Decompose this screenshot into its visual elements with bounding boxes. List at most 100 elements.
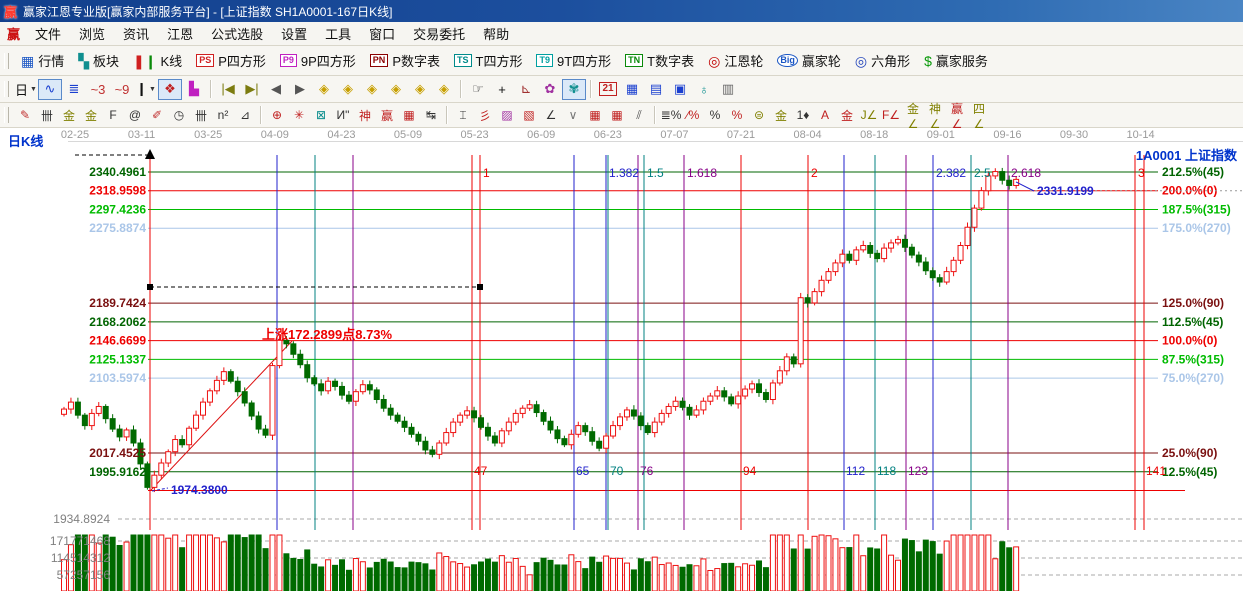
tool-button-zoom-plus[interactable]: ◈ (408, 79, 432, 100)
tool-button-flower-tool[interactable]: ✿ (538, 79, 562, 100)
tool-button-n-mark[interactable]: И" (332, 106, 354, 125)
tool-button-calendar-21[interactable]: 21 (596, 79, 620, 100)
toolbar-button-t-number-table[interactable]: TN T数字表 (618, 48, 701, 73)
toolbar-grip[interactable] (4, 107, 9, 123)
tool-button-boxed-fan[interactable]: ▨ (496, 106, 518, 125)
menu-item-3[interactable]: 江恩 (158, 21, 202, 46)
title-bar[interactable]: 赢 赢家江恩专业版[赢家内部服务平台] - [上证指数 SH1A0001-167… (0, 0, 1243, 22)
toolbar-button-9p-square[interactable]: P9 9P四方形 (273, 48, 363, 73)
tool-button-volume-profile[interactable]: ▙ (182, 79, 206, 100)
tool-button-star-web[interactable]: ✳ (288, 106, 310, 125)
toolbar-button-kline[interactable]: ❚❙ K线 (126, 48, 189, 73)
tool-button-slash-lines[interactable]: ⫽ (628, 106, 650, 125)
toolbar-button-winner-wheel[interactable]: Big 赢家轮 (770, 48, 848, 73)
toolbar-grip[interactable] (4, 81, 9, 97)
tool-button-red-marker[interactable]: ✐ (146, 106, 168, 125)
tool-button-info-panel[interactable]: ≣ (62, 79, 86, 100)
tool-button-time-clock[interactable]: ◷ (168, 106, 190, 125)
tool-button-shen-angle[interactable]: 神∠ (924, 102, 946, 131)
tool-button-zoom-horizontal[interactable]: ◈ (360, 79, 384, 100)
tool-button-gold-red[interactable]: 金 (836, 106, 858, 125)
menu-item-2[interactable]: 资讯 (114, 21, 158, 46)
tool-button-jump-end[interactable]: ▶| (240, 79, 264, 100)
toolbar-button-9t-square[interactable]: T9 9T四方形 (529, 48, 618, 73)
tool-button-angle-lines[interactable]: ∠ (540, 106, 562, 125)
tool-button-one-diamond[interactable]: 1♦ (792, 106, 814, 125)
tool-button-gold-circle[interactable]: ⊜ (748, 106, 770, 125)
tool-button-boxed-web[interactable]: ⊠ (310, 106, 332, 125)
menu-item-8[interactable]: 交易委托 (404, 21, 474, 46)
tool-button-remote-pc[interactable]: ▥ (716, 79, 740, 100)
tool-button-shen-grid[interactable]: 神 (354, 106, 376, 125)
menu-item-6[interactable]: 工具 (316, 21, 360, 46)
tool-button-circle-cross[interactable]: ⊕ (266, 106, 288, 125)
tool-button-zoom-all[interactable]: ◈ (432, 79, 456, 100)
toolbar-button-winner-service[interactable]: $ 赢家服务 (917, 48, 995, 73)
tool-button-boxed-net[interactable]: ▧ (518, 106, 540, 125)
tool-button-download-data[interactable]: ♁ (692, 79, 716, 100)
tool-button-red-grid-1[interactable]: ▦ (584, 106, 606, 125)
tool-button-n-square[interactable]: n² (212, 106, 234, 125)
toolbar-button-p-square[interactable]: PS P四方形 (189, 48, 273, 73)
tool-button-bars-9[interactable]: ~9 (110, 79, 134, 100)
tool-button-price-frame[interactable]: ⌶ (452, 106, 474, 125)
tool-button-calculator[interactable]: ▦ (620, 79, 644, 100)
toolbar-grip[interactable] (4, 52, 9, 69)
tool-button-j-angle[interactable]: J∠ (858, 106, 880, 125)
tool-button-percent[interactable]: % (704, 106, 726, 125)
tool-button-zoom-right[interactable]: ◈ (336, 79, 360, 100)
tool-button-fib-grid[interactable]: F (102, 106, 124, 125)
tool-button-percent-change[interactable]: ∕% (682, 106, 704, 125)
menu-item-9[interactable]: 帮助 (474, 21, 518, 46)
tool-button-save[interactable]: ▣ (668, 79, 692, 100)
tool-button-grid-2[interactable]: 卌 (190, 106, 212, 125)
toolbar-button-sectors[interactable]: ▚ 板块 (71, 48, 126, 73)
tool-button-ray-fan[interactable]: 彡 (474, 106, 496, 125)
tool-button-ying-grid[interactable]: 赢 (376, 106, 398, 125)
tool-button-candle-style[interactable]: ❙ ▼ (134, 79, 158, 100)
kline-chart-canvas[interactable]: 02-25 03-11 03-25 04-09 04-23 05-09 05-23 06-09… (0, 128, 1243, 591)
tool-button-gann-pen[interactable]: ✎ (14, 106, 36, 125)
toolbar-button-hexagon[interactable]: ◎ 六角形 (848, 48, 917, 73)
tool-button-ying-angle[interactable]: 赢∠ (946, 102, 968, 131)
tool-button-scroll-left[interactable]: ◀ (264, 79, 288, 100)
menu-item-5[interactable]: 设置 (272, 21, 316, 46)
tool-button-jump-start[interactable]: |◀ (216, 79, 240, 100)
tool-button-spiral-tool[interactable]: ✾ (562, 78, 586, 100)
menu-item-1[interactable]: 浏览 (70, 21, 114, 46)
tool-button-protractor-tool[interactable]: ⊾ (514, 79, 538, 100)
tool-button-f-angle[interactable]: F∠ (880, 106, 902, 125)
tool-button-span-measure[interactable]: ↹ (420, 106, 442, 125)
tool-button-zoom-diagonal[interactable]: ◈ (384, 79, 408, 100)
tool-button-red-grid-2[interactable]: ▦ (606, 106, 628, 125)
tool-button-notes[interactable]: ▤ (644, 79, 668, 100)
tool-button-gann-grid[interactable]: 卌 (36, 106, 58, 125)
tool-button-pan-mode[interactable]: ∿ (38, 78, 62, 100)
tool-button-bars-3[interactable]: ~3 (86, 79, 110, 100)
toolbar-button-gann-wheel[interactable]: ◎ 江恩轮 (701, 48, 770, 73)
tool-button-gold-line[interactable]: 金 (770, 106, 792, 125)
tool-button-scroll-right[interactable]: ▶ (288, 79, 312, 100)
tool-button-gold-ratio-1[interactable]: 金 (58, 106, 80, 125)
tool-button-hand-tool[interactable]: ☞ (466, 79, 490, 100)
tool-button-angle-a[interactable]: ⊿ (234, 106, 256, 125)
tool-button-v-lines[interactable]: ∨ (562, 106, 584, 125)
tool-button-grid-123[interactable]: ▦ (398, 106, 420, 125)
tool-button-four-angle[interactable]: 四∠ (968, 102, 990, 131)
menu-item-7[interactable]: 窗口 (360, 21, 404, 46)
tool-button-wave-a[interactable]: A (814, 106, 836, 125)
toolbar-button-t-square[interactable]: TS T四方形 (447, 48, 529, 73)
tool-button-spiral[interactable]: @ (124, 106, 146, 125)
tool-button-percent-line[interactable]: % (726, 106, 748, 125)
tool-button-gold-angle[interactable]: 金∠ (902, 102, 924, 131)
tool-button-pattern-mark[interactable]: ❖ (158, 78, 182, 100)
tool-button-zoom-left[interactable]: ◈ (312, 79, 336, 100)
toolbar-button-quotes[interactable]: ▦ 行情 (14, 48, 71, 73)
menu-item-4[interactable]: 公式选股 (202, 21, 272, 46)
tool-button-crosshair-tool[interactable]: + (490, 79, 514, 100)
tool-button-gold-ratio-2[interactable]: 金 (80, 106, 102, 125)
tool-button-price-levels[interactable]: ≣% (660, 106, 682, 125)
toolbar-button-p-number-table[interactable]: PN P数字表 (363, 48, 447, 73)
menu-item-0[interactable]: 文件 (26, 21, 70, 46)
tool-button-period-day[interactable]: 日 ▼ (14, 79, 38, 100)
